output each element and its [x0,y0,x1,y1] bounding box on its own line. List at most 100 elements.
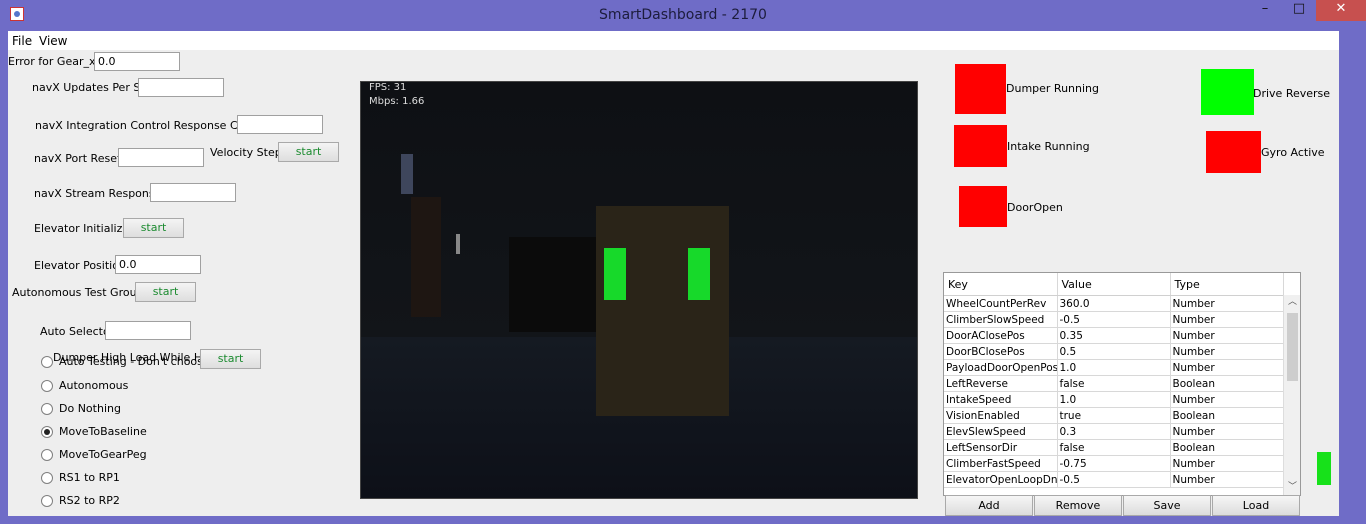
type-cell[interactable]: Number [1170,327,1284,344]
remove-button[interactable]: Remove [1034,495,1122,516]
type-cell[interactable]: Number [1170,423,1284,440]
key-cell[interactable]: ElevSlewSpeed [944,423,1058,440]
scroll-up-icon[interactable]: ︿ [1284,295,1300,310]
elevator-init-label: Elevator Initialize [34,222,130,235]
table-row[interactable]: ClimberSlowSpeed -0.5 Number [944,311,1284,328]
navx-stream-label: navX Stream Responses [34,187,168,200]
minimize-button[interactable]: – [1250,0,1280,21]
type-cell[interactable]: Boolean [1170,439,1284,456]
value-cell[interactable]: false [1057,375,1171,392]
indicator-label: Dumper Running [1006,82,1100,95]
type-cell[interactable]: Number [1170,391,1284,408]
table-row[interactable]: VisionEnabled true Boolean [944,407,1284,424]
key-cell[interactable]: ClimberFastSpeed [944,455,1058,472]
vision-target-left [604,248,626,300]
elevator-init-start-button[interactable]: start [123,218,184,238]
key-cell[interactable]: IntakeSpeed [944,391,1058,408]
navx-updates-field[interactable] [138,78,224,97]
value-cell[interactable]: true [1057,407,1171,424]
value-cell[interactable]: 0.3 [1057,423,1171,440]
navx-integration-field[interactable] [237,115,323,134]
preferences-grid: Key Value Type WheelCountPerRev 360.0 Numb… [944,273,1284,488]
load-button[interactable]: Load [1212,495,1300,516]
navx-integration-label: navX Integration Control Response Count [35,119,263,132]
navx-port-resets-field[interactable] [118,148,204,167]
key-cell[interactable]: ClimberSlowSpeed [944,311,1058,328]
type-cell[interactable]: Number [1170,343,1284,360]
auto-selector-field[interactable] [105,321,191,340]
value-cell[interactable]: -0.5 [1057,311,1171,328]
table-row[interactable]: PayloadDoorOpenPos 1.0 Number [944,359,1284,376]
value-cell[interactable]: 1.0 [1057,359,1171,376]
scroll-thumb[interactable] [1287,313,1298,381]
key-cell[interactable]: DoorAClosePos [944,327,1058,344]
auto-option-label: RS1 to RP1 [59,471,120,484]
indicator-box [1206,131,1261,173]
radio-button[interactable] [41,380,53,392]
value-cell[interactable]: 0.35 [1057,327,1171,344]
radio-button-selected[interactable] [41,426,53,438]
camera-fps: FPS: 31 [369,82,407,93]
radio-button[interactable] [41,495,53,507]
maximize-button[interactable]: □ [1284,0,1314,21]
indicator-label: Gyro Active [1261,146,1325,159]
value-cell[interactable]: -0.75 [1057,455,1171,472]
auto-option-label: Auto Testing - Don't choose in [59,355,224,368]
title-bar: SmartDashboard - 2170 – □ ✕ [0,0,1366,31]
key-cell[interactable]: PayloadDoorOpenPos [944,359,1058,376]
auto-option-label: MoveToBaseline [59,425,147,438]
key-cell[interactable]: LeftReverse [944,375,1058,392]
table-row[interactable]: ClimberFastSpeed -0.75 Number [944,455,1284,472]
preferences-table[interactable]: Key Value Type WheelCountPerRev 360.0 Numb… [943,272,1301,496]
table-scrollbar[interactable]: ︿ ﹀ [1283,295,1300,495]
type-cell[interactable]: Number [1170,359,1284,376]
key-cell[interactable]: WheelCountPerRev [944,295,1058,312]
error-gear-field[interactable]: 0.0 [94,52,180,71]
navx-stream-field[interactable] [150,183,236,202]
indicator-box [955,64,1006,114]
key-cell[interactable]: ElevatorOpenLoopDn [944,471,1058,488]
column-header-value[interactable]: Value [1057,273,1171,296]
key-cell[interactable]: DoorBClosePos [944,343,1058,360]
type-cell[interactable]: Boolean [1170,407,1284,424]
dashboard-window: File View Error for Gear_x: 0.0 navX Upd… [8,31,1339,516]
table-row[interactable]: WheelCountPerRev 360.0 Number [944,295,1284,312]
value-cell[interactable]: 360.0 [1057,295,1171,312]
radio-button[interactable] [41,403,53,415]
type-cell[interactable]: Number [1170,311,1284,328]
scroll-down-icon[interactable]: ﹀ [1284,480,1300,495]
elevator-position-field[interactable]: 0.0 [115,255,201,274]
auto-test-group-start-button[interactable]: start [135,282,196,302]
add-button[interactable]: Add [945,495,1033,516]
table-row[interactable]: IntakeSpeed 1.0 Number [944,391,1284,408]
value-cell[interactable]: -0.5 [1057,471,1171,488]
key-cell[interactable]: VisionEnabled [944,407,1058,424]
menu-view[interactable]: View [39,34,67,48]
status-indicator-green [1317,452,1331,485]
column-header-type[interactable]: Type [1170,273,1284,296]
menu-file[interactable]: File [12,34,32,48]
value-cell[interactable]: false [1057,439,1171,456]
type-cell[interactable]: Number [1170,455,1284,472]
radio-button[interactable] [41,472,53,484]
value-cell[interactable]: 0.5 [1057,343,1171,360]
type-cell[interactable]: Boolean [1170,375,1284,392]
value-cell[interactable]: 1.0 [1057,391,1171,408]
radio-button[interactable] [41,449,53,461]
table-row[interactable]: ElevatorOpenLoopDn -0.5 Number [944,471,1284,488]
velocity-step-start-button[interactable]: start [278,142,339,162]
close-button[interactable]: ✕ [1316,0,1366,21]
table-row[interactable]: DoorBClosePos 0.5 Number [944,343,1284,360]
table-row[interactable]: ElevSlewSpeed 0.3 Number [944,423,1284,440]
column-header-key[interactable]: Key [944,273,1058,296]
dumper-high-load-start-button[interactable]: start [200,349,261,369]
type-cell[interactable]: Number [1170,295,1284,312]
table-row[interactable]: LeftSensorDir false Boolean [944,439,1284,456]
menu-bar: File View [8,31,1339,50]
type-cell[interactable]: Number [1170,471,1284,488]
table-row[interactable]: DoorAClosePos 0.35 Number [944,327,1284,344]
save-button[interactable]: Save [1123,495,1211,516]
radio-button[interactable] [41,356,53,368]
table-row[interactable]: LeftReverse false Boolean [944,375,1284,392]
key-cell[interactable]: LeftSensorDir [944,439,1058,456]
